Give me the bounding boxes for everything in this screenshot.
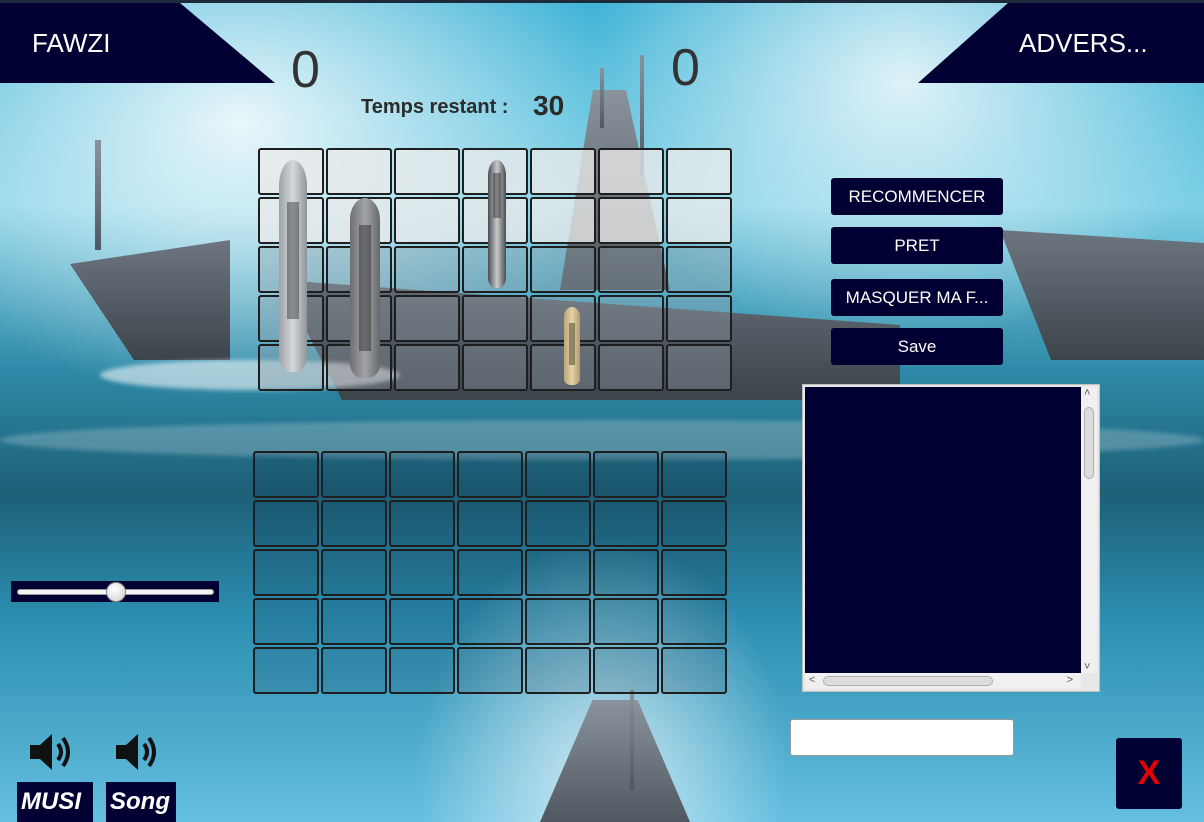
target-cell[interactable] (253, 598, 319, 645)
target-cell[interactable] (253, 451, 319, 498)
target-cell[interactable] (593, 500, 659, 547)
target-cell[interactable] (593, 549, 659, 596)
board-cell[interactable] (530, 295, 596, 342)
vertical-scroll-thumb[interactable] (1084, 407, 1094, 479)
ready-button[interactable]: PRET (831, 227, 1003, 264)
board-cell[interactable] (462, 344, 528, 391)
timer-value: 30 (533, 90, 565, 121)
target-cell[interactable] (457, 500, 523, 547)
chat-panel: ˄ ˅ < > (802, 384, 1100, 692)
restart-button[interactable]: RECOMMENCER (831, 178, 1003, 215)
chat-message-input[interactable] (790, 719, 1014, 756)
board-cell[interactable] (666, 295, 732, 342)
target-cell[interactable] (661, 500, 727, 547)
player-score-left: 0 (291, 41, 320, 99)
board-cell[interactable] (598, 295, 664, 342)
timer-label: Temps restant : (361, 96, 509, 118)
chat-log[interactable] (805, 387, 1081, 673)
submarine-piece[interactable] (564, 307, 580, 385)
board-cell[interactable] (326, 148, 392, 195)
speaker-icon[interactable] (26, 728, 74, 776)
scroll-up-icon[interactable]: ˄ (1084, 387, 1090, 399)
player-name-left: FAWZI (0, 3, 275, 83)
target-cell[interactable] (525, 549, 591, 596)
board-cell[interactable] (394, 344, 460, 391)
scroll-down-icon[interactable]: ˅ (1084, 661, 1090, 673)
song-toggle-button[interactable]: Song (106, 782, 176, 822)
board-cell[interactable] (394, 295, 460, 342)
target-cell[interactable] (593, 598, 659, 645)
volume-slider-thumb[interactable] (105, 582, 126, 602)
target-cell[interactable] (389, 500, 455, 547)
speaker-icon[interactable] (112, 728, 160, 776)
board-cell[interactable] (530, 344, 596, 391)
horizontal-scroll-thumb[interactable] (823, 676, 993, 686)
player-left-label: FAWZI (32, 27, 111, 58)
scroll-left-icon[interactable]: < (809, 674, 815, 686)
target-cell[interactable] (457, 598, 523, 645)
target-cell[interactable] (321, 451, 387, 498)
volume-slider[interactable] (11, 581, 219, 602)
board-cell[interactable] (598, 246, 664, 293)
target-cell[interactable] (321, 647, 387, 694)
target-cell[interactable] (389, 451, 455, 498)
target-cell[interactable] (661, 598, 727, 645)
target-cell[interactable] (253, 549, 319, 596)
horizontal-scrollbar[interactable]: < > (805, 673, 1081, 689)
target-cell[interactable] (321, 500, 387, 547)
target-cell[interactable] (457, 549, 523, 596)
board-cell[interactable] (462, 295, 528, 342)
player-right-label: ADVERS... (1019, 27, 1148, 58)
target-cell[interactable] (253, 500, 319, 547)
music-toggle-button[interactable]: MUSI (17, 782, 93, 822)
target-cell[interactable] (661, 647, 727, 694)
board-cell[interactable] (666, 197, 732, 244)
board-cell[interactable] (394, 197, 460, 244)
battleship-piece[interactable] (279, 160, 307, 372)
board-cell[interactable] (598, 344, 664, 391)
close-button[interactable]: X (1116, 738, 1182, 809)
scroll-right-icon[interactable]: > (1067, 674, 1073, 686)
board-cell[interactable] (394, 148, 460, 195)
window-top-strip (0, 0, 1204, 3)
board-cell[interactable] (666, 344, 732, 391)
board-cell[interactable] (666, 246, 732, 293)
target-cell[interactable] (457, 647, 523, 694)
target-cell[interactable] (525, 451, 591, 498)
target-cell[interactable] (321, 549, 387, 596)
board-cell[interactable] (394, 246, 460, 293)
target-cell[interactable] (253, 647, 319, 694)
target-cell[interactable] (389, 549, 455, 596)
board-cell[interactable] (666, 148, 732, 195)
target-cell[interactable] (457, 451, 523, 498)
player-name-right: ADVERS... (918, 3, 1204, 83)
target-cell[interactable] (389, 647, 455, 694)
vertical-scrollbar[interactable]: ˄ ˅ (1081, 387, 1097, 673)
target-cell[interactable] (661, 451, 727, 498)
player-score-right: 0 (671, 39, 700, 97)
board-cell[interactable] (598, 148, 664, 195)
target-cell[interactable] (321, 598, 387, 645)
hide-fleet-button[interactable]: MASQUER MA F... (831, 279, 1003, 316)
target-cell[interactable] (661, 549, 727, 596)
board-cell[interactable] (530, 197, 596, 244)
target-cell[interactable] (389, 598, 455, 645)
target-cell[interactable] (525, 598, 591, 645)
save-button[interactable]: Save (831, 328, 1003, 365)
opponent-board (253, 451, 727, 694)
target-cell[interactable] (593, 647, 659, 694)
board-cell[interactable] (530, 246, 596, 293)
board-cell[interactable] (598, 197, 664, 244)
target-cell[interactable] (525, 500, 591, 547)
board-cell[interactable] (530, 148, 596, 195)
target-cell[interactable] (593, 451, 659, 498)
cruiser-piece[interactable] (488, 160, 506, 288)
aircraft-carrier-piece[interactable] (350, 198, 380, 378)
target-cell[interactable] (525, 647, 591, 694)
